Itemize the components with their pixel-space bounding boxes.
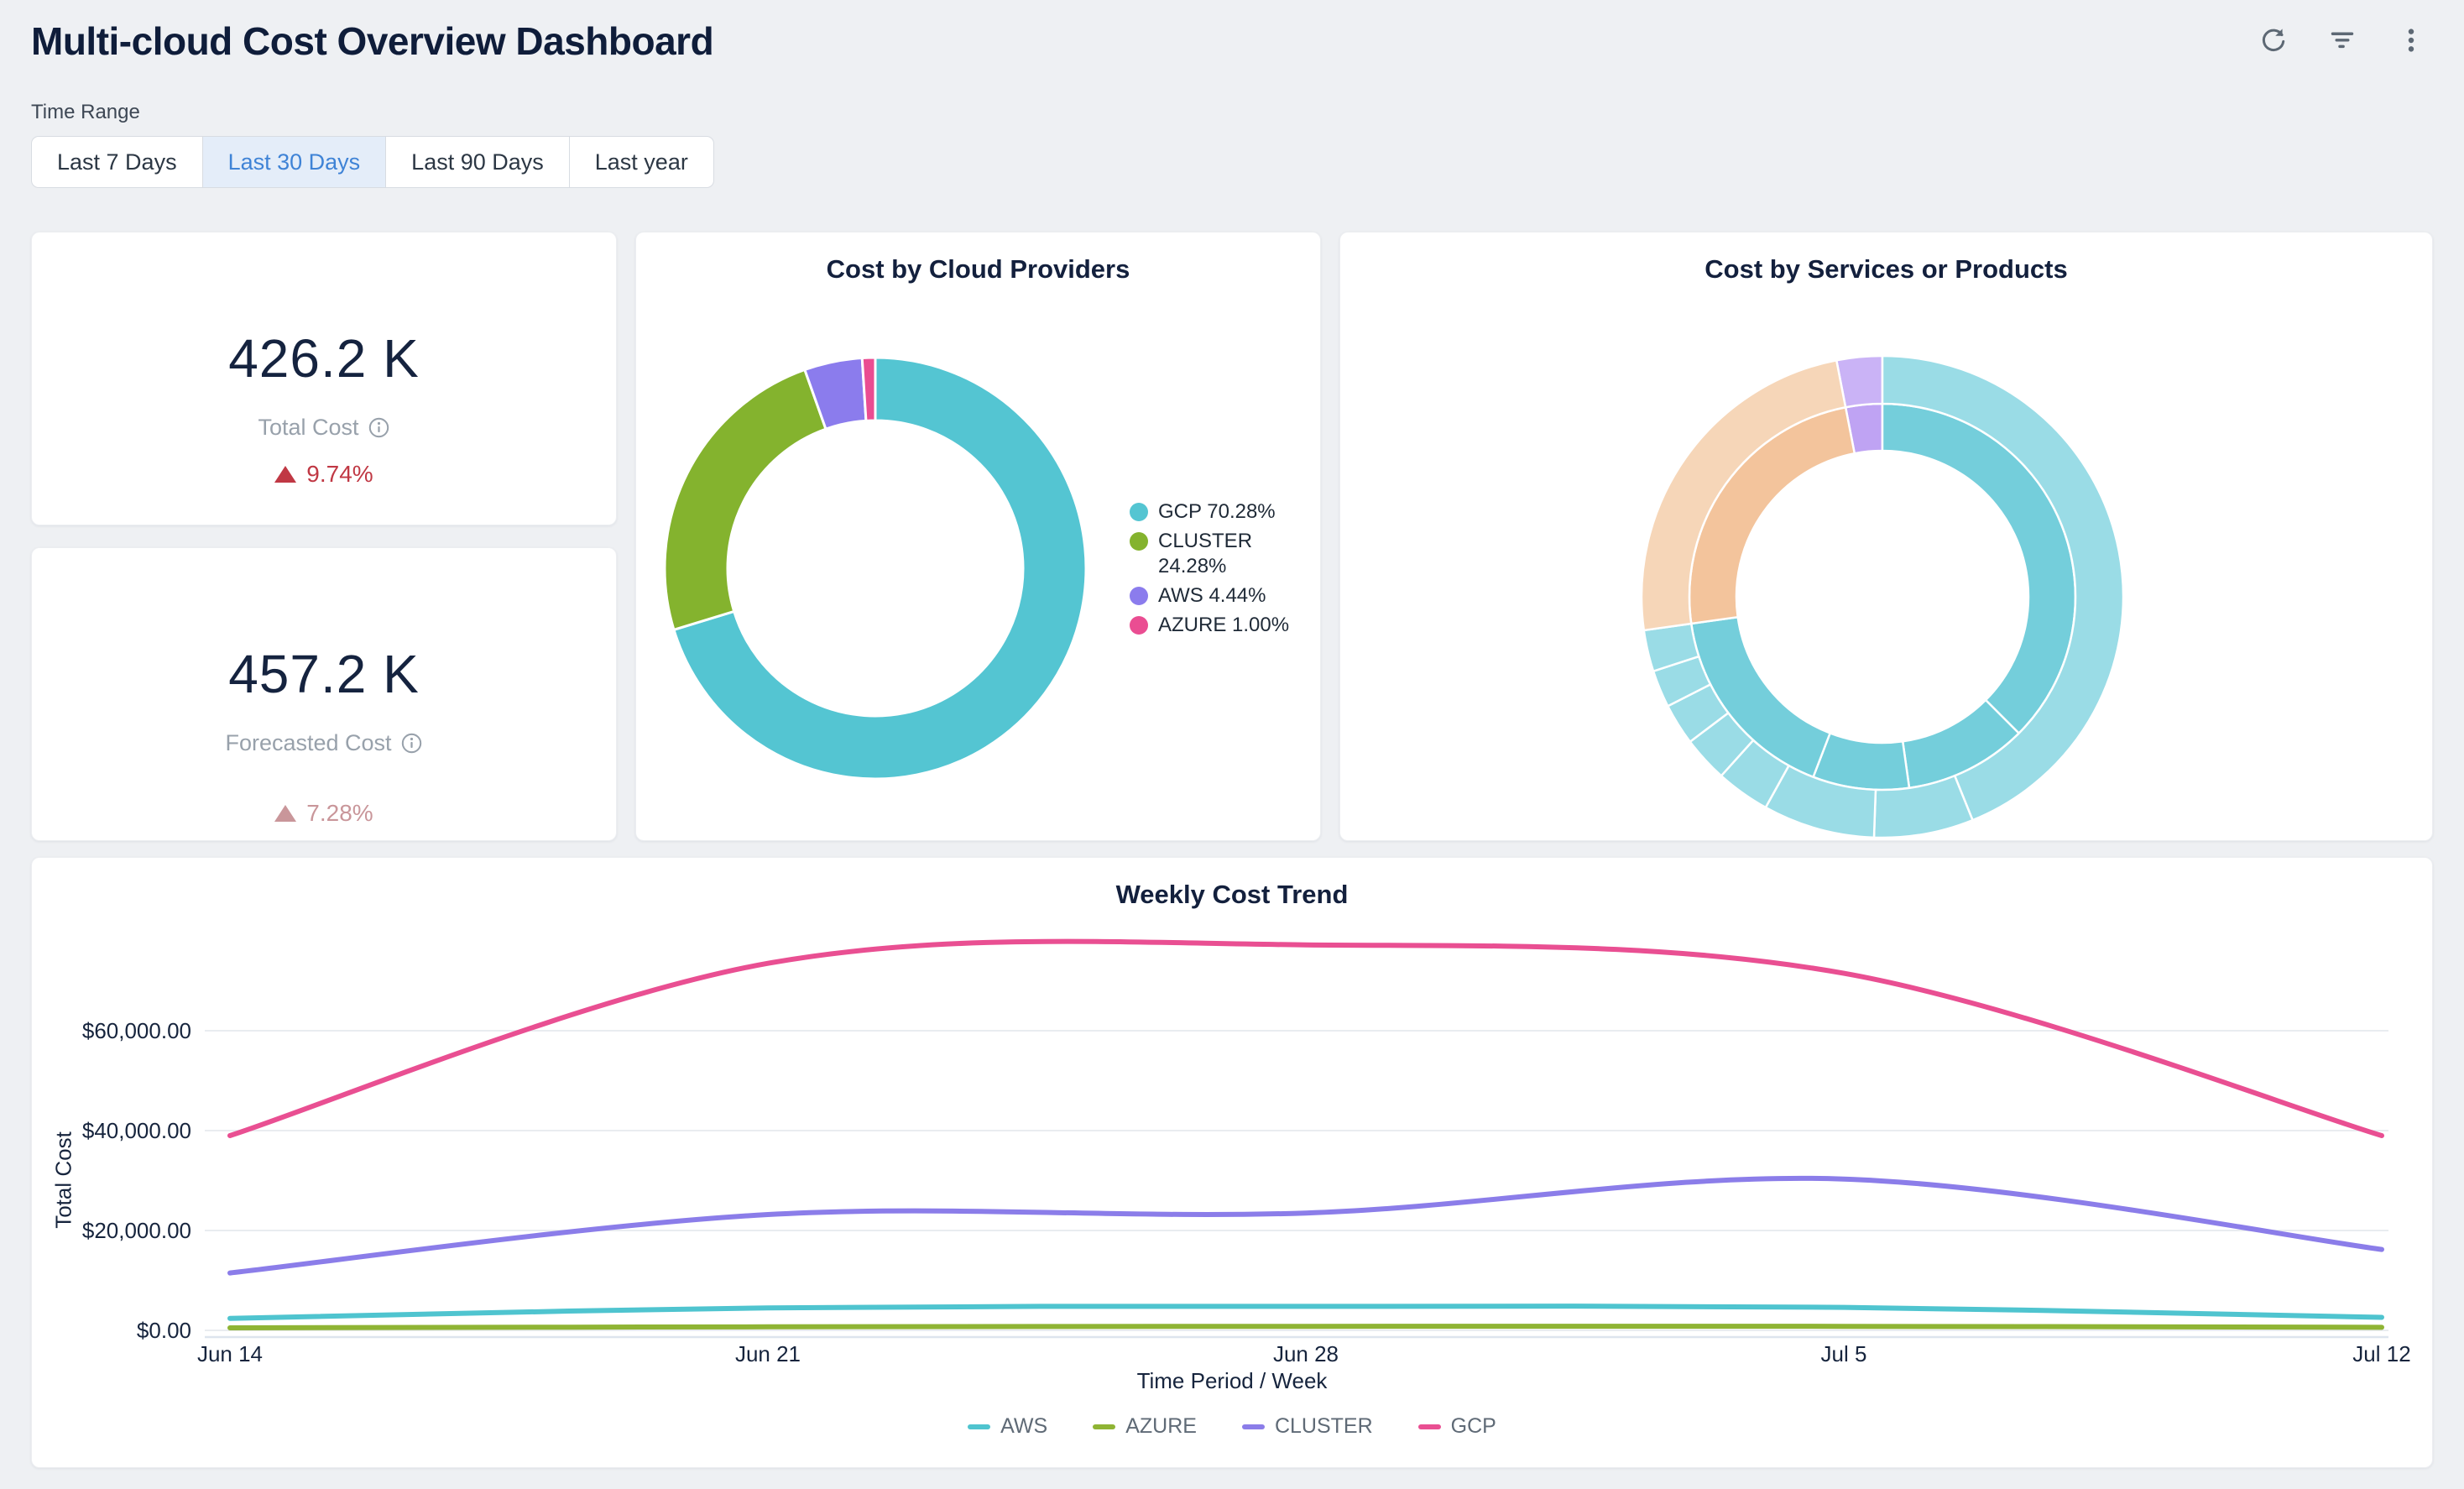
kpi-column: 426.2 K Total Cost 9.74% 457.2 K [31, 232, 617, 841]
azure-line [230, 1326, 2382, 1328]
total-cost-card: 426.2 K Total Cost 9.74% [31, 232, 617, 525]
y-tick-label: $60,000.00 [82, 1018, 191, 1043]
header: Multi-cloud Cost Overview Dashboard [31, 18, 2433, 64]
services-sunburst-chart [1340, 232, 2434, 842]
legend-item-gcp[interactable]: GCP [1418, 1414, 1496, 1439]
filter-icon[interactable] [2327, 25, 2357, 55]
legend-item-azure[interactable]: AZURE [1093, 1414, 1197, 1439]
refresh-icon[interactable] [2258, 25, 2289, 55]
legend-line-icon [1418, 1424, 1441, 1429]
legend-dot-icon [1130, 532, 1148, 551]
time-range-last-90-days[interactable]: Last 90 Days [385, 136, 569, 188]
x-tick-label: Jun 21 [735, 1341, 801, 1366]
legend-item-gcp[interactable]: GCP 70.28% [1130, 499, 1291, 525]
legend-label: AWS [1000, 1414, 1047, 1439]
up-triangle-icon [274, 466, 296, 483]
forecasted-cost-value: 457.2 K [228, 642, 420, 706]
providers-chart-legend: GCP 70.28% CLUSTER 24.28% AWS 4.44% AZURE 1… [1130, 499, 1291, 638]
total-cost-delta-value: 9.74% [306, 461, 373, 488]
legend-label: GCP 70.28% [1158, 499, 1276, 525]
legend-line-icon [1242, 1424, 1265, 1429]
x-axis-title: Time Period / Week [32, 1368, 2432, 1394]
legend-item-cluster[interactable]: CLUSTER [1242, 1414, 1373, 1439]
x-tick-label: Jul 5 [1821, 1341, 1867, 1366]
legend-label: AWS 4.44% [1158, 583, 1266, 609]
cluster-line [230, 1178, 2382, 1273]
y-axis-title: Total Cost [51, 1131, 77, 1229]
cost-by-providers-card: Cost by Cloud Providers GCP 70.28%CLUSTE… [635, 232, 1321, 841]
cost-by-services-card: Cost by Services or Products [1339, 232, 2433, 841]
time-range-last-30-days[interactable]: Last 30 Days [202, 136, 386, 188]
forecasted-cost-label: Forecasted Cost [225, 729, 422, 756]
x-tick-label: Jun 14 [197, 1341, 263, 1366]
legend-dot-icon [1130, 587, 1148, 605]
weekly-cost-trend-card: Weekly Cost Trend $0.00$20,000.00$40,000… [31, 857, 2433, 1468]
forecasted-cost-label-text: Forecasted Cost [225, 729, 391, 756]
top-row: 426.2 K Total Cost 9.74% 457.2 K [31, 232, 2433, 841]
info-icon[interactable] [400, 732, 423, 755]
total-cost-label: Total Cost [258, 414, 389, 441]
dashboard-page: Multi-cloud Cost Overview Dashboard [0, 0, 2464, 1489]
time-range-last-year[interactable]: Last year [569, 136, 714, 188]
header-actions [2258, 25, 2426, 55]
forecasted-cost-card: 457.2 K Forecasted Cost 7.28% [31, 547, 617, 841]
legend-dot-icon [1130, 616, 1148, 635]
aws-line [230, 1306, 2382, 1319]
forecasted-cost-delta-value: 7.28% [306, 800, 373, 827]
up-triangle-icon [274, 805, 296, 822]
legend-label: CLUSTER [1275, 1414, 1373, 1439]
total-cost-value: 426.2 K [228, 327, 420, 390]
legend-label: AZURE [1125, 1414, 1197, 1439]
legend-item-aws[interactable]: AWS [968, 1414, 1047, 1439]
y-tick-label: $40,000.00 [82, 1118, 191, 1143]
y-tick-label: $20,000.00 [82, 1218, 191, 1243]
trend-chart-legend: AWS AZURE CLUSTER GCP [32, 1414, 2432, 1439]
donut-slice-cluster [665, 370, 826, 630]
legend-item-azure[interactable]: AZURE 1.00% [1130, 613, 1291, 638]
time-range-label: Time Range [31, 101, 2433, 124]
x-tick-label: Jul 12 [2352, 1341, 2410, 1366]
y-tick-label: $0.00 [137, 1318, 191, 1343]
time-range-group: Last 7 Days Last 30 Days Last 90 Days La… [31, 136, 714, 188]
total-cost-label-text: Total Cost [258, 414, 358, 441]
legend-line-icon [968, 1424, 990, 1429]
legend-label: AZURE 1.00% [1158, 613, 1289, 638]
x-tick-label: Jun 28 [1273, 1341, 1339, 1366]
legend-label: CLUSTER 24.28% [1158, 529, 1291, 579]
legend-item-aws[interactable]: AWS 4.44% [1130, 583, 1291, 609]
legend-item-cluster[interactable]: CLUSTER 24.28% [1130, 529, 1291, 579]
page-title: Multi-cloud Cost Overview Dashboard [31, 18, 713, 64]
info-icon[interactable] [368, 416, 390, 439]
forecasted-cost-delta: 7.28% [274, 800, 373, 827]
legend-label: GCP [1451, 1414, 1496, 1439]
time-range-last-7-days[interactable]: Last 7 Days [31, 136, 202, 188]
kebab-menu-icon[interactable] [2396, 25, 2426, 55]
legend-dot-icon [1130, 503, 1148, 521]
total-cost-delta: 9.74% [274, 461, 373, 488]
legend-line-icon [1093, 1424, 1115, 1429]
gcp-line [230, 942, 2382, 1136]
